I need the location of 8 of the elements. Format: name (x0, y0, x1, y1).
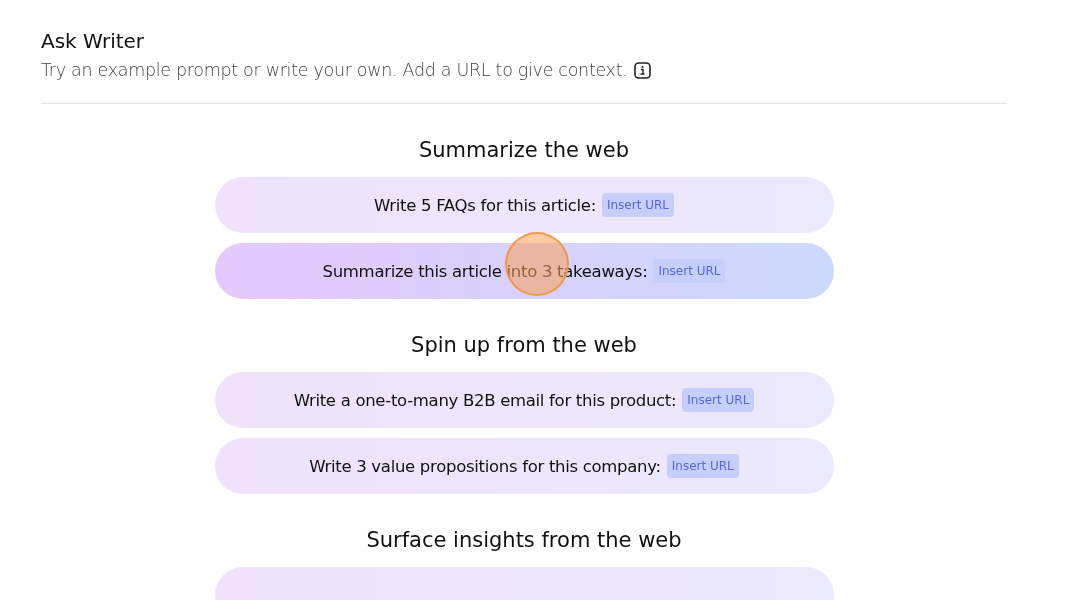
section-heading: Surface insights from the web (366, 527, 682, 553)
prompt-button[interactable]: Write 5 FAQs for this article: Insert URL (214, 177, 834, 233)
page-title: Ask Writer (41, 28, 145, 54)
section-heading: Spin up from the web (411, 332, 637, 358)
prompt-button[interactable]: Write 3 value propositions for this company: Insert URL (214, 438, 834, 494)
prompt-button[interactable]: Write a one-to-many B2B email for this product: Insert URL (214, 372, 834, 428)
page-subtitle: Try an example prompt or write your own. Add a URL to give context. (41, 60, 628, 80)
section-heading: Summarize the web (418, 137, 630, 163)
